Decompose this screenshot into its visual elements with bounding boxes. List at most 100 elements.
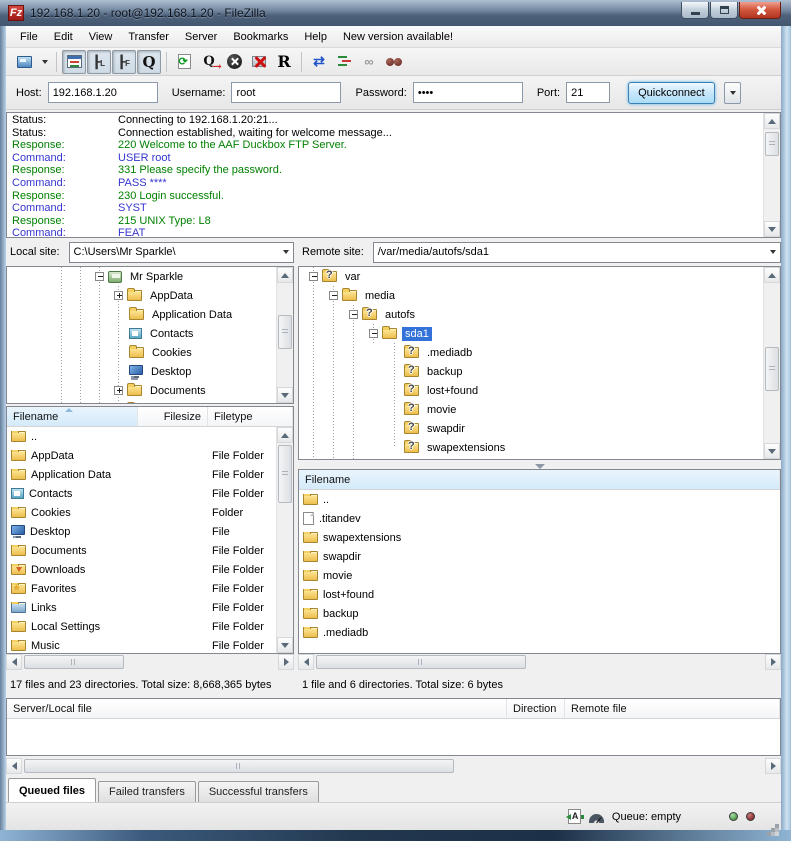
tree-item[interactable]: Application Data <box>7 305 293 324</box>
scroll-right-button[interactable] <box>765 758 781 774</box>
list-item[interactable]: .mediadb <box>299 623 780 642</box>
column-header-server-local-file[interactable]: Server/Local file <box>7 699 507 718</box>
site-manager-dropdown[interactable] <box>37 50 51 74</box>
local-tree-vertical-scrollbar[interactable] <box>276 267 293 403</box>
list-item[interactable]: swapdir <box>299 547 780 566</box>
expander-plus-icon[interactable] <box>114 386 123 395</box>
toggle-message-log-button[interactable] <box>62 50 86 74</box>
list-item[interactable]: .. <box>7 427 276 446</box>
scroll-up-button[interactable] <box>764 267 780 283</box>
menu-edit[interactable]: Edit <box>46 26 81 48</box>
quickconnect-dropdown[interactable] <box>724 82 741 104</box>
scroll-right-button[interactable] <box>278 654 294 670</box>
tree-item[interactable]: AppData <box>7 286 293 305</box>
tree-item[interactable]: Contacts <box>7 324 293 343</box>
list-item[interactable]: Favorites File Folder <box>7 579 276 598</box>
column-header-direction[interactable]: Direction <box>507 699 565 718</box>
scroll-left-button[interactable] <box>6 654 22 670</box>
maximize-button[interactable] <box>710 2 738 19</box>
find-files-button[interactable] <box>382 50 406 74</box>
scroll-up-button[interactable] <box>277 267 293 283</box>
tree-item[interactable]: Mr Sparkle <box>7 267 293 286</box>
scroll-left-button[interactable] <box>6 758 22 774</box>
tree-item[interactable]: Downloads <box>7 400 293 404</box>
list-item[interactable]: lost+found <box>299 585 780 604</box>
scroll-down-button[interactable] <box>277 387 293 403</box>
menu-transfer[interactable]: Transfer <box>120 26 177 48</box>
list-item[interactable]: Desktop File <box>7 522 276 541</box>
tree-item[interactable]: autofs <box>299 305 780 324</box>
remote-site-combo[interactable]: /var/media/autofs/sda1 <box>373 242 781 263</box>
password-input[interactable] <box>413 82 523 103</box>
expander-minus-icon[interactable] <box>369 329 378 338</box>
menu-bookmarks[interactable]: Bookmarks <box>225 26 296 48</box>
cancel-button[interactable] <box>222 50 246 74</box>
tree-item[interactable]: swapdir <box>299 419 780 438</box>
scrollbar-thumb[interactable] <box>24 759 454 773</box>
tab-successful-transfers[interactable]: Successful transfers <box>198 781 319 802</box>
list-item[interactable]: swapextensions <box>299 528 780 547</box>
local-list-horizontal-scrollbar[interactable] <box>6 654 294 670</box>
remote-tree-vertical-scrollbar[interactable] <box>763 267 780 459</box>
list-item[interactable]: .. <box>299 490 780 509</box>
list-item[interactable]: .titandev <box>299 509 780 528</box>
scrollbar-thumb[interactable] <box>278 445 292 503</box>
list-item[interactable]: Local Settings File Folder <box>7 617 276 636</box>
queue-empty-body[interactable] <box>7 719 780 755</box>
quickconnect-button[interactable]: Quickconnect <box>628 82 715 104</box>
local-site-combo[interactable]: C:\Users\Mr Sparkle\ <box>69 242 294 263</box>
synchronized-browsing-button[interactable]: ∞ <box>357 50 381 74</box>
queue-horizontal-scrollbar[interactable] <box>6 758 781 774</box>
list-item[interactable]: Downloads File Folder <box>7 560 276 579</box>
disconnect-button[interactable] <box>247 50 271 74</box>
scrollbar-thumb[interactable] <box>316 655 526 669</box>
tree-item-selected[interactable]: sda1 <box>299 324 780 343</box>
log-vertical-scrollbar[interactable] <box>763 113 780 237</box>
tree-item[interactable]: swapextensions <box>299 438 780 457</box>
scroll-up-button[interactable] <box>277 427 293 443</box>
menu-file[interactable]: File <box>12 26 46 48</box>
column-header-filename[interactable]: Filename <box>7 407 138 426</box>
toggle-local-tree-button[interactable]: ┠L <box>87 50 111 74</box>
minimize-button[interactable] <box>681 2 709 19</box>
title-bar[interactable]: Fz 192.168.1.20 - root@192.168.1.20 - Fi… <box>0 0 791 26</box>
list-item[interactable]: Application Data File Folder <box>7 465 276 484</box>
tab-failed-transfers[interactable]: Failed transfers <box>98 781 196 802</box>
toggle-queue-button[interactable]: Q <box>137 50 161 74</box>
scroll-down-button[interactable] <box>764 221 780 237</box>
menu-server[interactable]: Server <box>177 26 225 48</box>
remote-list-horizontal-scrollbar[interactable] <box>298 654 781 670</box>
list-item[interactable]: Documents File Folder <box>7 541 276 560</box>
port-input[interactable] <box>566 82 610 103</box>
tree-item[interactable]: var <box>299 267 780 286</box>
list-item[interactable]: Music File Folder <box>7 636 276 653</box>
expander-minus-icon[interactable] <box>95 272 104 281</box>
host-input[interactable] <box>48 82 158 103</box>
directory-listing-button[interactable] <box>332 50 356 74</box>
list-item[interactable]: Contacts File Folder <box>7 484 276 503</box>
scroll-right-button[interactable] <box>765 654 781 670</box>
tree-item[interactable]: Documents <box>7 381 293 400</box>
tree-item[interactable]: Desktop <box>7 362 293 381</box>
tree-item[interactable]: media <box>299 286 780 305</box>
scrollbar-thumb[interactable] <box>765 132 779 156</box>
tree-item[interactable]: movie <box>299 400 780 419</box>
expander-minus-icon[interactable] <box>329 291 338 300</box>
scroll-left-button[interactable] <box>298 654 314 670</box>
list-item[interactable]: AppData File Folder <box>7 446 276 465</box>
list-item[interactable]: backup <box>299 604 780 623</box>
column-header-remote-file[interactable]: Remote file <box>565 699 780 718</box>
tree-item[interactable]: lost+found <box>299 381 780 400</box>
tree-item[interactable]: dvd <box>299 457 780 460</box>
scrollbar-thumb[interactable] <box>278 315 292 349</box>
menu-view[interactable]: View <box>81 26 121 48</box>
scrollbar-thumb[interactable] <box>24 655 124 669</box>
process-queue-button[interactable]: Q <box>197 50 221 74</box>
column-header-filetype[interactable]: Filetype <box>208 407 293 426</box>
tab-queued-files[interactable]: Queued files <box>8 778 96 802</box>
tree-item[interactable]: .mediadb <box>299 343 780 362</box>
scroll-up-button[interactable] <box>764 113 780 129</box>
scrollbar-thumb[interactable] <box>765 347 779 391</box>
toggle-remote-tree-button[interactable]: ┠F <box>112 50 136 74</box>
column-header-filesize[interactable]: Filesize <box>138 407 208 426</box>
